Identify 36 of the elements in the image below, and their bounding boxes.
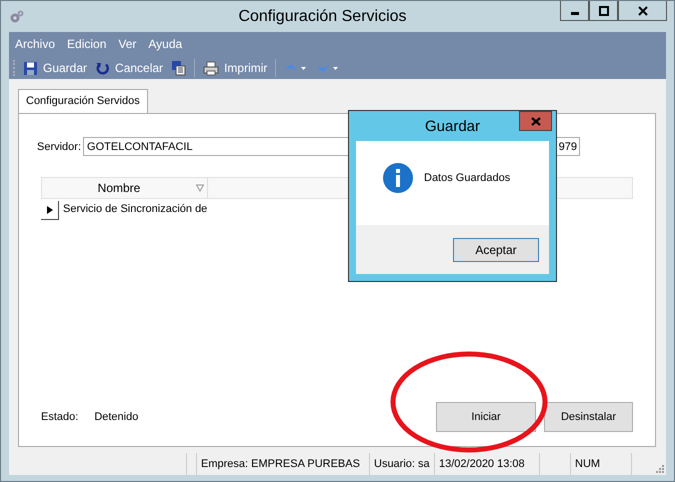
- status-text: 13/02/2020 13:08: [435, 453, 540, 475]
- close-icon[interactable]: [638, 6, 648, 16]
- minimize-button[interactable]: [560, 1, 589, 21]
- action-button[interactable]: Iniciar: [436, 402, 536, 432]
- save-icon[interactable]: [23, 60, 38, 76]
- menu-item[interactable]: Ver: [118, 37, 136, 55]
- filter-icon[interactable]: [196, 184, 204, 192]
- row-indicator[interactable]: [41, 200, 59, 220]
- close-button[interactable]: [618, 1, 667, 21]
- field-label: Servidor:: [37, 140, 82, 152]
- printer-icon[interactable]: [203, 60, 220, 76]
- dialog-message: Datos Guardados: [424, 172, 510, 184]
- table-cell-text: Servicio de Sincronización de: [62, 203, 208, 215]
- window-title: Configuración Servicios: [237, 8, 408, 26]
- menu-item[interactable]: Edicion: [67, 37, 106, 55]
- status-value: Detenido: [94, 411, 138, 423]
- undo-icon[interactable]: [95, 60, 110, 76]
- print-button[interactable]: Imprimir: [201, 60, 270, 76]
- status-label: Estado:: [41, 411, 78, 423]
- maximize-icon[interactable]: [598, 6, 608, 16]
- tab[interactable]: Configuración Servidos: [18, 89, 148, 113]
- ok-button[interactable]: Aceptar: [453, 238, 539, 262]
- menu-item[interactable]: Ayuda: [148, 37, 182, 55]
- status-text: Empresa: EMPRESA PUREBAS: [197, 453, 370, 475]
- gears-icon: [9, 8, 25, 24]
- save-button[interactable]: Guardar: [21, 60, 90, 76]
- action-button[interactable]: Desinstalar: [544, 402, 633, 432]
- menu-item[interactable]: Archivo: [15, 37, 56, 55]
- status-text: NUM: [570, 453, 632, 475]
- info-icon: [382, 162, 414, 194]
- undo-button[interactable]: Cancelar: [93, 60, 166, 76]
- maximize-button[interactable]: [589, 1, 618, 21]
- resize-grip-icon[interactable]: [654, 463, 664, 473]
- dialog-title: Guardar: [424, 118, 480, 134]
- spreadsheet-icon[interactable]: [169, 60, 188, 76]
- status-text: Usuario: sa: [370, 453, 435, 475]
